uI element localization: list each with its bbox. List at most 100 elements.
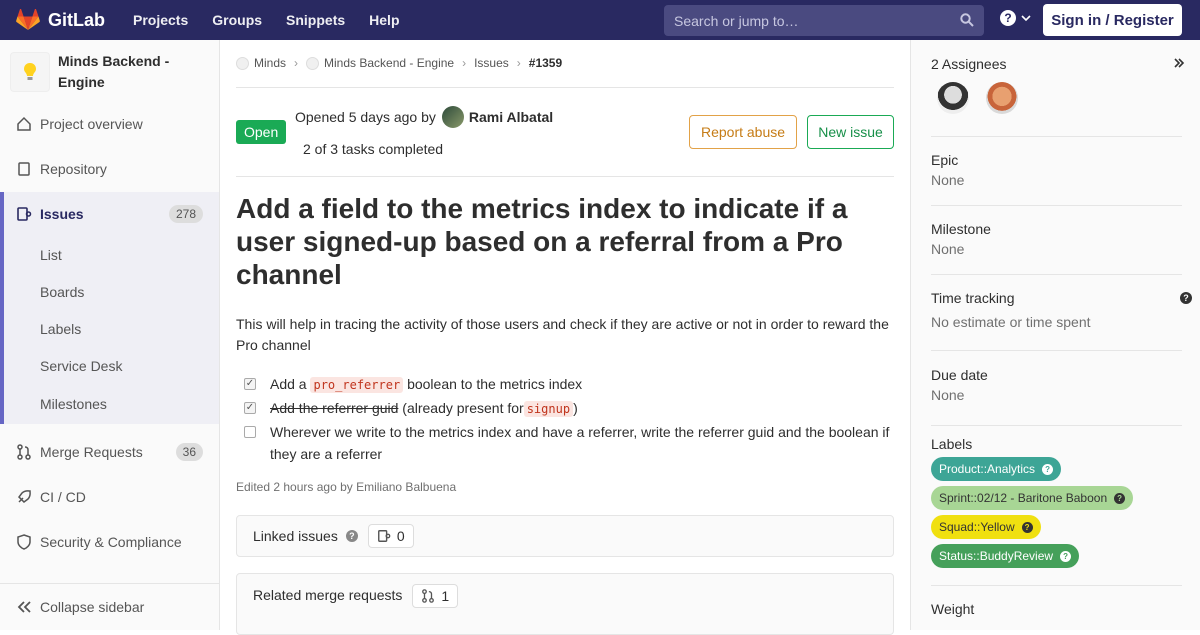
weight-block: Weight: [931, 586, 1182, 630]
label-pill[interactable]: Product::Analytics?: [931, 457, 1062, 481]
sidebar-item-merge-requests[interactable]: Merge Requests 36: [0, 430, 219, 474]
nav-help[interactable]: Help: [369, 12, 399, 28]
breadcrumb: Minds › Minds Backend - Engine › Issues …: [236, 56, 562, 70]
label-pill[interactable]: Squad::Yellow?: [931, 515, 1041, 539]
search-placeholder: Search or jump to…: [674, 12, 799, 29]
milestone-block: Milestone None: [931, 206, 1182, 275]
task-checkbox-unchecked[interactable]: [244, 426, 256, 438]
report-abuse-button[interactable]: Report abuse: [689, 115, 797, 149]
edited-note: Edited 2 hours ago by Emiliano Balbuena: [236, 480, 457, 494]
label-text: Status::BuddyReview: [939, 549, 1054, 563]
sidebar-item-label: Issues: [40, 206, 84, 222]
sidebar-item-project-overview[interactable]: Project overview: [0, 102, 219, 146]
task-text-strikethrough: Add the referrer guid: [270, 400, 399, 416]
chevron-right-icon: ›: [462, 56, 467, 70]
merge-request-icon: [16, 444, 32, 460]
label-pill[interactable]: Sprint::02/12 - Baritone Baboon?: [931, 486, 1134, 510]
project-name: Minds Backend - Engine: [58, 53, 170, 90]
due-date-block: Due date None: [931, 351, 1182, 426]
sidebar-item-repository[interactable]: Repository: [0, 147, 219, 191]
task-checkbox-checked[interactable]: ✓: [244, 378, 256, 390]
author-name[interactable]: Rami Albatal: [469, 109, 553, 125]
rocket-icon: [16, 489, 32, 505]
issue-main: Minds › Minds Backend - Engine › Issues …: [220, 40, 910, 635]
opened-text: Opened 5 days ago by: [295, 109, 436, 125]
breadcrumb-minds[interactable]: Minds: [254, 56, 286, 70]
issues-icon: [16, 206, 32, 222]
gitlab-logo[interactable]: GitLab: [16, 9, 105, 31]
collapse-label: Collapse sidebar: [40, 599, 145, 615]
help-dropdown[interactable]: ?: [1000, 10, 1032, 26]
task-text: Add a pro_referrer boolean to the metric…: [270, 373, 582, 396]
inline-code: pro_referrer: [310, 377, 404, 393]
chevron-down-icon: [1021, 15, 1031, 22]
due-date-value: None: [931, 387, 965, 403]
chevron-right-icon: ›: [294, 56, 299, 70]
question-icon: ?: [1042, 463, 1054, 475]
breadcrumb-issues[interactable]: Issues: [474, 56, 509, 70]
status-badge: Open: [236, 120, 287, 144]
group-avatar: [236, 56, 249, 70]
search-input[interactable]: Search or jump to…: [664, 5, 984, 36]
sidebar-subitem-list[interactable]: List: [4, 236, 219, 273]
assignee-avatar[interactable]: [986, 82, 1018, 114]
collapse-sidebar-button[interactable]: Collapse sidebar: [0, 583, 219, 630]
project-header[interactable]: Minds Backend - Engine: [0, 40, 219, 104]
label-text: Sprint::02/12 - Baritone Baboon: [939, 491, 1108, 505]
breadcrumb-project[interactable]: Minds Backend - Engine: [324, 56, 454, 70]
double-chevron-left-icon: [17, 601, 31, 613]
double-chevron-right-icon[interactable]: [1173, 57, 1185, 69]
project-avatar-small: [306, 56, 320, 70]
breadcrumb-issue-id[interactable]: #1359: [529, 56, 562, 70]
label-list: Product::Analytics? Sprint::02/12 - Bari…: [931, 457, 1182, 568]
nav-projects[interactable]: Projects: [133, 12, 188, 28]
question-icon[interactable]: ?: [1180, 292, 1192, 304]
epic-block: Epic None: [931, 137, 1182, 206]
new-issue-button[interactable]: New issue: [807, 115, 894, 149]
brand-name: GitLab: [48, 9, 105, 30]
sidebar-item-security[interactable]: Security & Compliance: [0, 520, 219, 564]
sidebar-subitem-labels[interactable]: Labels: [4, 310, 219, 347]
task-checkbox-checked[interactable]: ✓: [244, 402, 256, 414]
due-date-title: Due date: [931, 367, 988, 383]
time-tracking-value: No estimate or time spent: [931, 314, 1091, 330]
linked-issues-count[interactable]: 0: [367, 524, 414, 548]
tasks-completed: 2 of 3 tasks completed: [303, 141, 444, 157]
labels-block: Labels Product::Analytics? Sprint::02/12…: [931, 426, 1182, 586]
related-mr-count[interactable]: 1: [412, 584, 459, 608]
sidebar-item-ci-cd[interactable]: CI / CD: [0, 475, 219, 519]
signin-button[interactable]: Sign in / Register: [1043, 4, 1182, 36]
count-value: 0: [396, 528, 405, 544]
sidebar-subitem-milestones[interactable]: Milestones: [4, 384, 219, 424]
nav-snippets[interactable]: Snippets: [286, 12, 345, 28]
sidebar-item-label: Repository: [40, 161, 107, 177]
time-tracking-block: Time tracking No estimate or time spent …: [931, 275, 1192, 351]
chevron-right-icon: ›: [516, 56, 521, 70]
inline-code: signup: [523, 401, 574, 417]
sidebar-item-label: CI / CD: [40, 489, 86, 505]
sidebar-subitem-service-desk[interactable]: Service Desk: [4, 347, 219, 384]
linked-issues-title: Linked issues: [253, 528, 338, 544]
left-sidebar: Minds Backend - Engine Project overview …: [0, 40, 220, 630]
mr-count-badge: 36: [175, 443, 203, 461]
divider: [236, 176, 894, 177]
active-indicator: [0, 192, 4, 424]
lightbulb-icon: [24, 63, 36, 80]
milestone-title: Milestone: [931, 221, 991, 237]
task-text-part: Add a: [270, 376, 307, 392]
sidebar-item-label: Security & Compliance: [40, 534, 182, 550]
time-tracking-title: Time tracking: [931, 290, 1015, 306]
question-icon[interactable]: ?: [345, 530, 358, 542]
nav-groups[interactable]: Groups: [212, 12, 262, 28]
assignee-avatar[interactable]: [937, 82, 969, 114]
task-text-part: ): [573, 400, 578, 416]
label-pill[interactable]: Status::BuddyReview?: [931, 544, 1080, 568]
task-text: Add the referrer guid (already present f…: [270, 397, 578, 420]
sidebar-subitem-boards[interactable]: Boards: [4, 273, 219, 310]
sidebar-item-issues[interactable]: Issues 278: [0, 192, 219, 236]
label-text: Product::Analytics: [939, 462, 1036, 476]
label-text: Squad::Yellow: [939, 520, 1015, 534]
search-icon: [960, 13, 974, 27]
right-sidebar: 2 Assignees Epic None Milestone None Tim…: [910, 40, 1200, 630]
author-avatar[interactable]: [441, 106, 464, 128]
